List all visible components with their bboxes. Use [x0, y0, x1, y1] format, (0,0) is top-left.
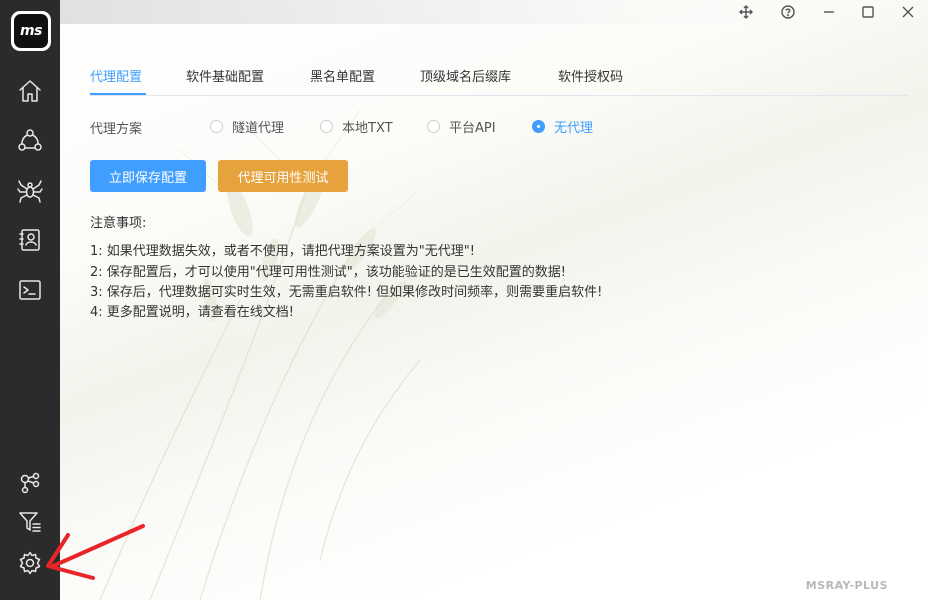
note-line: 2: 保存配置后，才可以使用"代理可用性测试"，该功能验证的是已生效配置的数据! — [90, 265, 566, 280]
active-tab-indicator — [90, 93, 146, 95]
proxy-test-button[interactable]: 代理可用性测试 — [218, 160, 348, 192]
logo-text: ms — [14, 14, 48, 48]
tab-tld-suffix-library[interactable]: 顶级域名后缀库 — [420, 66, 511, 85]
radio-no-proxy[interactable]: 无代理 — [532, 117, 593, 136]
radio-label: 无代理 — [554, 121, 594, 136]
filter-list-icon[interactable] — [15, 507, 45, 537]
sidebar: ms — [0, 0, 60, 600]
network-icon[interactable] — [15, 125, 45, 155]
notes-title: 注意事项: — [90, 216, 147, 231]
radio-dot[interactable] — [210, 120, 223, 133]
note-line: 1: 如果代理数据失效，或者不使用，请把代理方案设置为"无代理"! — [90, 244, 475, 259]
contact-card-icon[interactable] — [15, 225, 45, 255]
tab-license-code[interactable]: 软件授权码 — [558, 66, 623, 85]
minimize-icon[interactable] — [818, 2, 840, 22]
radio-tunnel-proxy[interactable]: 隧道代理 — [210, 117, 284, 136]
radio-dot[interactable] — [427, 120, 440, 133]
tab-basic-config[interactable]: 软件基础配置 — [186, 66, 264, 85]
proxy-scheme-label: 代理方案 — [90, 122, 143, 137]
radio-dot-checked[interactable] — [532, 120, 545, 133]
main-panel: 代理配置 软件基础配置 黑名单配置 顶级域名后缀库 软件授权码 代理方案 隧道代… — [60, 0, 928, 600]
radio-label: 本地TXT — [342, 121, 393, 136]
brand-watermark: MSRAY-PLUS — [805, 579, 888, 592]
radio-platform-api[interactable]: 平台API — [427, 117, 496, 136]
tab-proxy-config[interactable]: 代理配置 — [90, 66, 142, 85]
radio-local-txt[interactable]: 本地TXT — [320, 117, 393, 136]
close-icon[interactable] — [897, 2, 919, 22]
nodes-icon[interactable] — [15, 468, 45, 498]
spider-icon[interactable] — [15, 175, 45, 205]
config-tabs: 代理配置 软件基础配置 黑名单配置 顶级域名后缀库 软件授权码 — [90, 56, 908, 96]
note-line: 4: 更多配置说明，请查看在线文档! — [90, 305, 294, 320]
app-logo: ms — [11, 11, 51, 51]
home-icon[interactable] — [15, 76, 45, 106]
radio-label: 隧道代理 — [232, 121, 285, 136]
help-icon[interactable] — [777, 2, 799, 22]
maximize-icon[interactable] — [857, 2, 879, 22]
note-line: 3: 保存后，代理数据可实时生效，无需重启软件! 但如果修改时间频率，则需要重启… — [90, 285, 603, 300]
save-config-button[interactable]: 立即保存配置 — [90, 160, 206, 192]
radio-dot[interactable] — [320, 120, 333, 133]
radio-label: 平台API — [449, 121, 496, 136]
tab-blacklist-config[interactable]: 黑名单配置 — [310, 66, 375, 85]
move-icon[interactable] — [735, 2, 757, 22]
gear-icon[interactable] — [15, 548, 45, 578]
terminal-icon[interactable] — [15, 275, 45, 305]
